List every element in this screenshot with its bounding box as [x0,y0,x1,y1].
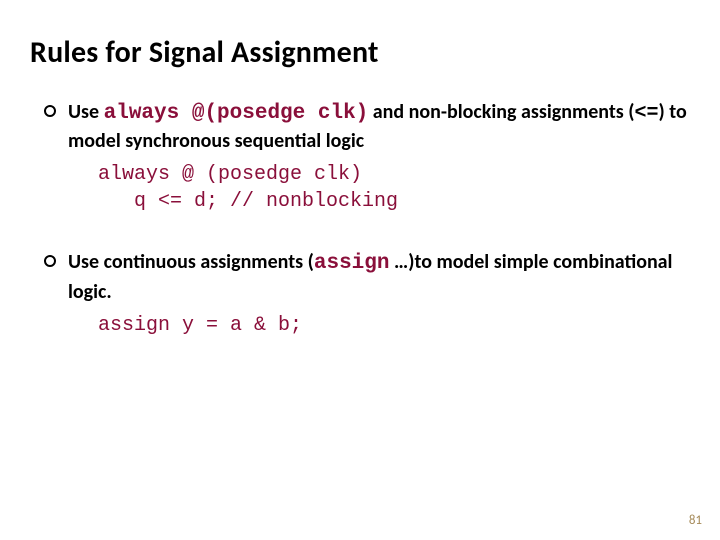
inline-code: assign [314,252,390,275]
text-run: Use [68,100,104,124]
text-run: Use continuous assignments ( [68,250,314,274]
text-run: and non-blocking assignments ( [368,100,634,124]
bullet-item: Use always @(posedge clk) and non-blocki… [44,99,690,155]
page-number: 81 [689,513,702,528]
page-title: Rules for Signal Assignment [30,34,690,71]
bullet-marker-icon [44,105,56,117]
code-block: always @ (posedge clk) q <= d; // nonblo… [98,161,690,215]
bullet-text: Use continuous assignments (assign …)to … [68,249,690,305]
inline-operator: <= [635,102,659,125]
bullet-text: Use always @(posedge clk) and non-blocki… [68,99,690,155]
bullet-item: Use continuous assignments (assign …)to … [44,249,690,305]
bullet-marker-icon [44,255,56,267]
slide: Rules for Signal Assignment Use always @… [0,0,720,540]
inline-code: always @(posedge clk) [104,102,369,125]
code-block: assign y = a & b; [98,312,690,339]
